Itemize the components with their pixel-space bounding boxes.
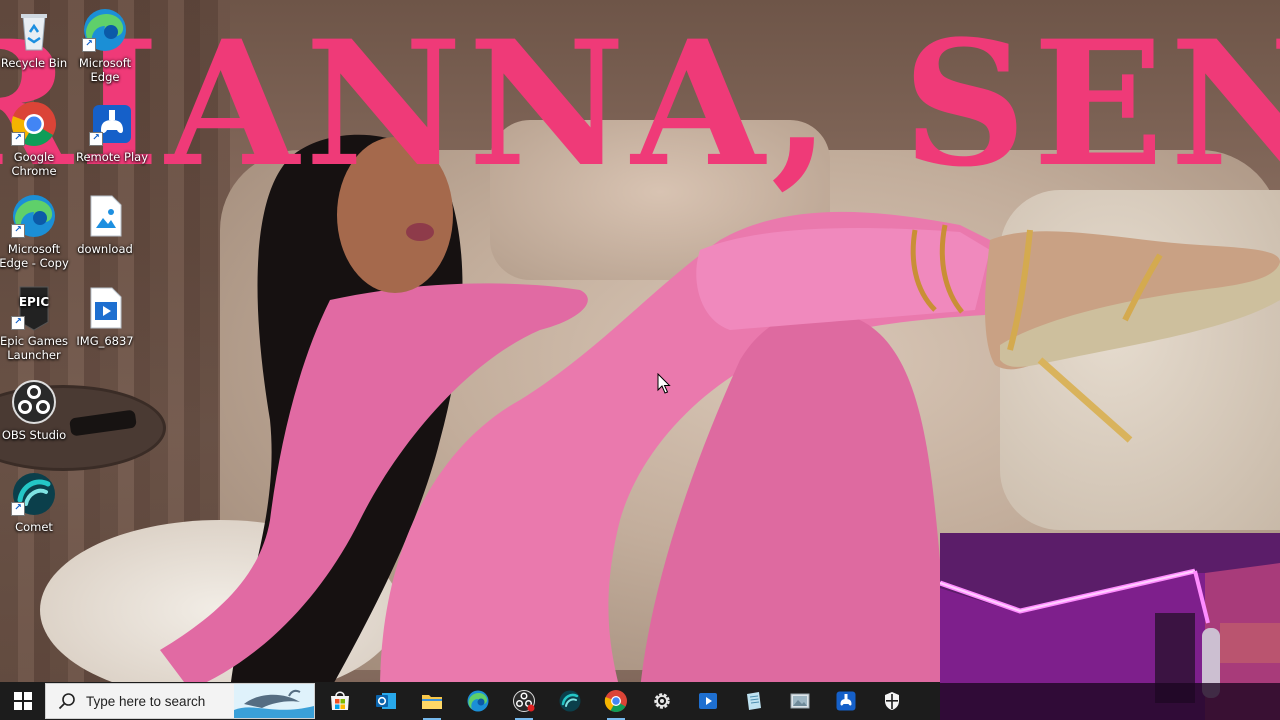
notepad-icon [747,692,761,710]
taskbar-app-obs-studio[interactable] [501,682,547,720]
gamepad-icon [836,691,856,711]
desktop-icon-label: OBS Studio [1,428,67,442]
webcam-overlay [940,533,1280,720]
start-button[interactable] [0,682,45,720]
comet-icon: ↗ [10,470,58,518]
desktop-icon-img-6837[interactable]: IMG_6837 [69,284,141,348]
search-icon [58,693,75,710]
folder-icon [422,695,442,709]
recycle-bin-icon [10,6,58,54]
edge-icon [467,690,489,712]
desktop-icon-epic-games-launcher[interactable]: EPIC ↗ Epic Games Launcher [0,284,70,362]
outlook-icon [376,693,396,709]
comet-icon [559,690,581,712]
taskbar-app-remote-play[interactable] [823,682,869,720]
image-file-icon [81,192,129,240]
search-highlight-dolphin-icon [234,684,314,718]
obs-icon [513,690,535,712]
desktop-icon-comet[interactable]: ↗ Comet [0,470,70,534]
taskbar: Type here to search [0,682,940,720]
gear-icon [654,693,670,709]
desktop-icon-remote-play[interactable]: ↗ Remote Play [76,100,148,164]
taskbar-app-photos[interactable] [777,682,823,720]
taskbar-search-box[interactable]: Type here to search [45,683,315,719]
taskbar-app-microsoft-store[interactable] [317,682,363,720]
desktop-icon-label: Remote Play [76,150,149,164]
edge-icon: ↗ [10,192,58,240]
taskbar-app-google-chrome[interactable] [593,682,639,720]
gamepad-icon: ↗ [88,100,136,148]
shortcut-arrow-icon: ↗ [11,502,25,516]
taskbar-app-media-player[interactable] [685,682,731,720]
epic-logo-text: EPIC [19,295,49,309]
shortcut-arrow-icon: ↗ [82,38,96,52]
obs-icon [10,378,58,426]
desktop-icon-label: Comet [15,520,53,534]
epic-games-icon: EPIC ↗ [10,284,58,332]
shortcut-arrow-icon: ↗ [89,132,103,146]
desktop-icon-microsoft-edge[interactable]: ↗ Microsoft Edge [69,6,141,84]
play-icon [699,693,717,709]
shortcut-arrow-icon: ↗ [11,132,25,146]
taskbar-app-comet[interactable] [547,682,593,720]
image-viewer-icon [790,693,810,709]
desktop-icon-google-chrome[interactable]: ↗ Google Chrome [0,100,70,178]
edge-icon: ↗ [81,6,129,54]
webcam-room-scene [940,533,1280,720]
wallpaper-headline: RIANNA, SENI [0,2,1280,205]
store-icon [331,691,349,710]
video-file-icon [81,284,129,332]
desktop-icon-label: Google Chrome [11,150,57,178]
windows-logo-icon [13,692,32,710]
taskbar-app-file-explorer[interactable] [409,682,455,720]
taskbar-app-notepad[interactable] [731,682,777,720]
desktop-icon-label: IMG_6837 [76,334,134,348]
search-placeholder: Type here to search [86,693,206,709]
desktop-icon-download[interactable]: download [69,192,141,256]
taskbar-app-settings[interactable] [639,682,685,720]
taskbar-pinned-apps [317,682,915,720]
desktop-icon-label: Microsoft Edge - Copy [0,242,69,270]
desktop-icon-label: Recycle Bin [0,56,68,70]
desktop-icon-microsoft-edge-copy[interactable]: ↗ Microsoft Edge - Copy [0,192,70,270]
taskbar-app-windows-security[interactable] [869,682,915,720]
desktop-icon-label: Microsoft Edge [78,56,132,84]
chrome-icon: ↗ [10,100,58,148]
chrome-icon [604,690,627,712]
shield-icon [885,692,899,710]
desktop-icon-obs-studio[interactable]: OBS Studio [0,378,70,442]
shortcut-arrow-icon: ↗ [11,224,25,238]
desktop-icon-label: Epic Games Launcher [0,334,68,362]
taskbar-app-outlook[interactable] [363,682,409,720]
desktop-icon-recycle-bin[interactable]: Recycle Bin [0,6,70,70]
taskbar-app-microsoft-edge[interactable] [455,682,501,720]
shortcut-arrow-icon: ↗ [11,316,25,330]
mouse-cursor-icon [657,373,671,394]
desktop-icon-label: download [77,242,133,256]
